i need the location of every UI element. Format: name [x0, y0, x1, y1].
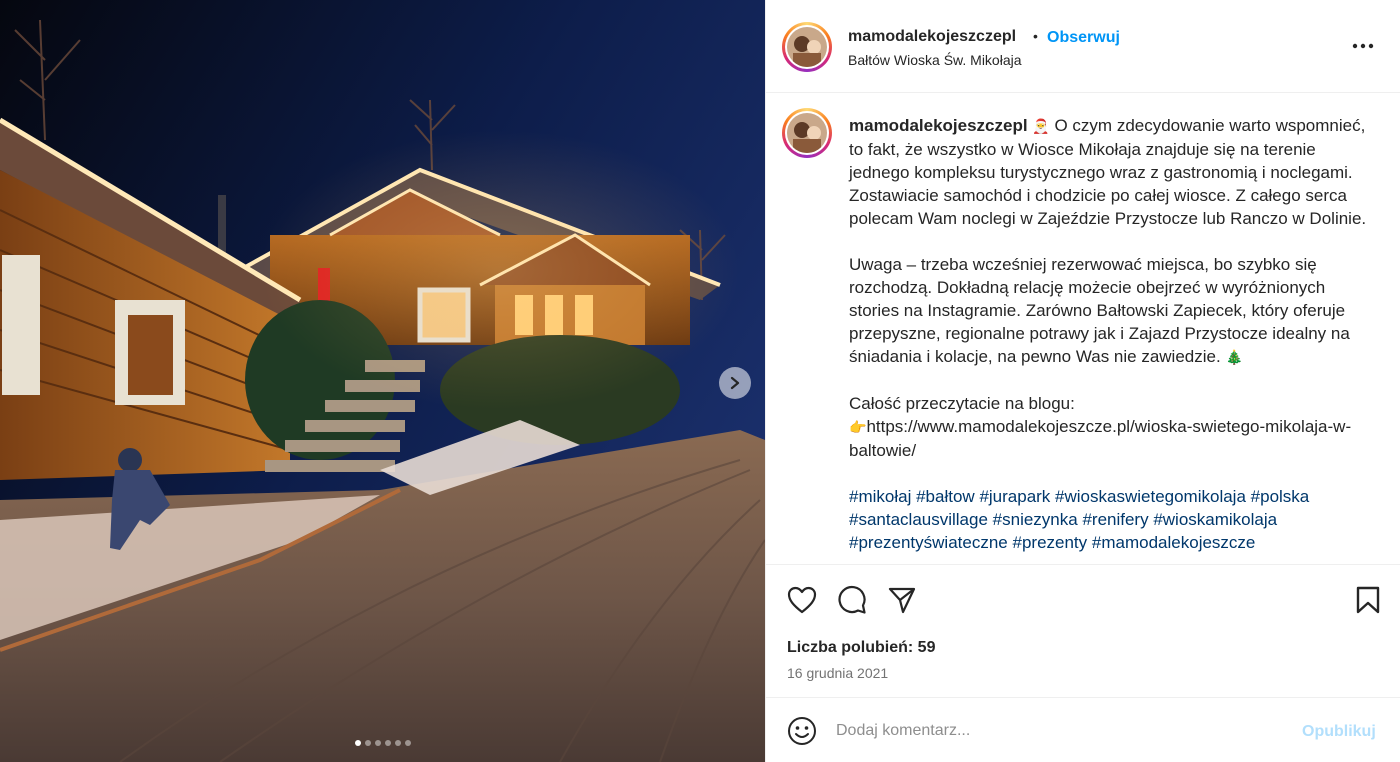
hashtag-link[interactable]: #wioskaswietegomikolaja	[1055, 487, 1246, 506]
like-button[interactable]	[785, 583, 819, 617]
post-date[interactable]: 16 grudnia 2021	[787, 665, 888, 681]
post-photo[interactable]	[0, 0, 765, 762]
post-side-panel: mamodalekojeszczepl • Obserwuj Bałtów Wi…	[765, 0, 1400, 762]
avatar[interactable]	[782, 22, 832, 72]
hashtag-link[interactable]: #prezenty	[1013, 533, 1088, 552]
carousel-dot	[394, 740, 401, 746]
blog-link[interactable]: https://www.mamodalekojeszcze.pl/wioska-…	[849, 417, 1351, 460]
comment-bar: Opublikuj	[766, 697, 1400, 762]
caption-paragraph: Uwaga – trzeba wcześniej rezerwować miej…	[849, 255, 1350, 366]
share-icon	[888, 587, 916, 614]
smiley-icon	[788, 717, 816, 745]
publish-button[interactable]: Opublikuj	[1302, 723, 1376, 741]
likes-count[interactable]: Liczba polubień: 59	[787, 639, 935, 657]
hashtag-link[interactable]: #renifery	[1082, 510, 1148, 529]
hashtag-link[interactable]: #sniezynka	[993, 510, 1078, 529]
follow-button[interactable]: Obserwuj	[1047, 29, 1120, 47]
hashtag-link[interactable]: #mikołaj	[849, 487, 911, 506]
santa-emoji: 🎅	[1032, 118, 1050, 134]
more-options-button[interactable]	[1351, 36, 1375, 56]
comment-button[interactable]	[835, 583, 869, 617]
hashtags: #mikołaj #bałtow #jurapark #wioskaswiete…	[849, 485, 1369, 554]
next-photo-button[interactable]	[719, 367, 751, 399]
post-caption: mamodalekojeszczepl 🎅 O czym zdecydowani…	[849, 114, 1369, 564]
caption-paragraph: Całość przeczytacie na blogu:	[849, 394, 1075, 413]
avatar[interactable]	[782, 108, 832, 158]
header-username[interactable]: mamodalekojeszczepl	[848, 28, 1016, 46]
carousel-dot	[374, 740, 381, 746]
carousel-dot	[354, 740, 361, 746]
hashtag-link[interactable]: #bałtow	[916, 487, 975, 506]
profile-picture-icon	[787, 27, 827, 67]
hashtag-link[interactable]: #mamodalekojeszcze	[1092, 533, 1255, 552]
chevron-right-icon	[730, 376, 740, 390]
comment-input[interactable]	[836, 718, 1286, 744]
carousel-dot	[404, 740, 411, 746]
hashtag-link[interactable]: #wioskamikolaja	[1153, 510, 1277, 529]
pointing-emoji: 👉	[849, 419, 867, 435]
profile-picture-icon	[787, 113, 827, 153]
tree-emoji: 🎄	[1225, 349, 1243, 365]
separator-dot: •	[1033, 28, 1038, 44]
post-view: mamodalekojeszczepl • Obserwuj Bałtów Wi…	[0, 0, 1400, 762]
post-actions: Liczba polubień: 59 16 grudnia 2021	[766, 564, 1400, 697]
comment-icon	[838, 585, 866, 614]
caption-scroll-area[interactable]: mamodalekojeszczepl 🎅 O czym zdecydowani…	[766, 94, 1400, 564]
carousel-dots	[0, 740, 765, 746]
hashtag-link[interactable]: #santaclausvillage	[849, 510, 988, 529]
bookmark-icon	[1356, 586, 1380, 614]
save-button[interactable]	[1351, 583, 1385, 617]
carousel-dot	[364, 740, 371, 746]
carousel-dot	[384, 740, 391, 746]
emoji-picker-button[interactable]	[786, 715, 818, 747]
more-options-icon	[1352, 43, 1374, 49]
share-button[interactable]	[885, 583, 919, 617]
hashtag-link[interactable]: #jurapark	[979, 487, 1050, 506]
post-header: mamodalekojeszczepl • Obserwuj Bałtów Wi…	[766, 0, 1400, 93]
heart-icon	[787, 586, 817, 614]
post-location[interactable]: Bałtów Wioska Św. Mikołaja	[848, 52, 1022, 68]
caption-username[interactable]: mamodalekojeszczepl	[849, 116, 1028, 135]
hashtag-link[interactable]: #polska	[1251, 487, 1310, 506]
hashtag-link[interactable]: #prezentyświateczne	[849, 533, 1008, 552]
cabin-night-photo	[0, 0, 765, 762]
